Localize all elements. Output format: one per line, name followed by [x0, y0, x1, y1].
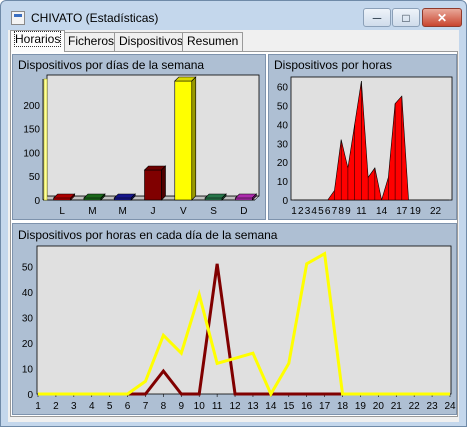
x-tick-label-4: V	[180, 206, 187, 217]
window-title: CHIVATO (Estadísticas)	[31, 11, 159, 25]
x-tick-label-5: S	[210, 206, 217, 217]
x-tick-label-17: 17	[319, 401, 331, 412]
bar-3	[144, 169, 162, 201]
x-tick-label-6: D	[240, 206, 247, 217]
x-tick-label-23: 23	[427, 401, 439, 412]
y-tick-label: 10	[277, 177, 289, 188]
y-tick-label: 40	[277, 120, 289, 131]
x-tick-label-24: 24	[444, 401, 456, 412]
x-tick-label-21: 21	[391, 401, 403, 412]
x-tick-label-1: 1	[35, 401, 41, 412]
y-tick-label: 60	[277, 83, 289, 94]
x-tick-label-22: 22	[430, 206, 442, 217]
x-tick-label-13: 13	[247, 401, 259, 412]
tab-dispositivos[interactable]: Dispositivos	[114, 32, 189, 51]
y-tick-label: 20	[22, 339, 34, 350]
wall-strip	[43, 78, 48, 201]
panel-days: Dispositivos por días de la semana 0 50 10…	[12, 54, 266, 220]
y-tick-label: 20	[277, 158, 289, 169]
x-tick-label-2: M	[119, 206, 127, 217]
tab-ficheros[interactable]: Ficheros	[63, 32, 120, 51]
panel-dayhours: Dispositivos por horas en cada día de la…	[12, 223, 457, 415]
y-tick-label: 50	[22, 262, 34, 273]
x-tick-label-7: 7	[143, 401, 149, 412]
x-tick-label-5: 5	[107, 401, 113, 412]
y-tick-label: 100	[23, 148, 40, 159]
x-tick-label-1: 1	[291, 206, 297, 217]
y-tick-label: 200	[23, 101, 40, 112]
y-tick-label: 50	[29, 172, 41, 183]
x-tick-label-20: 20	[373, 401, 385, 412]
x-tick-label-8: 8	[338, 206, 344, 217]
x-tick-label-19: 19	[355, 401, 367, 412]
bar-4	[174, 80, 193, 201]
x-tick-label-2: 2	[298, 206, 304, 217]
x-tick-label-22: 22	[409, 401, 421, 412]
chart-hours: 0 10 20 30 40 50 60 1 2 3 4 5 6 7 8 9 11 14 17 19 22	[277, 76, 453, 217]
x-tick-label-15: 15	[283, 401, 295, 412]
x-tick-label-1: M	[88, 206, 96, 217]
y-tick-label: 30	[277, 139, 289, 150]
x-tick-label-3: 3	[71, 401, 77, 412]
x-tick-label-10: 10	[194, 401, 206, 412]
y-tick-label: 0	[27, 390, 33, 401]
y-tick-label: 0	[34, 196, 40, 207]
x-tick-label-14: 14	[265, 401, 277, 412]
app-icon	[11, 11, 25, 25]
x-tick-label-18: 18	[337, 401, 349, 412]
x-tick-label-17: 17	[396, 206, 408, 217]
panel-hours: Dispositivos por horas 0 10 20 30 40 50 60 1 2 3 4…	[268, 54, 457, 220]
bar-side-3	[161, 165, 166, 201]
x-tick-label-11: 11	[356, 206, 367, 217]
y-tick-label: 150	[23, 125, 40, 136]
x-tick-label-14: 14	[376, 206, 388, 217]
x-tick-label-7: 7	[332, 206, 338, 217]
x-tick-label-8: 8	[161, 401, 167, 412]
x-tick-label-11: 11	[212, 401, 223, 412]
x-tick-label-4: 4	[89, 401, 95, 412]
x-tick-label-19: 19	[410, 206, 422, 217]
maximize-button[interactable]: □	[392, 8, 420, 27]
x-tick-label-12: 12	[229, 401, 241, 412]
x-tick-label-0: L	[59, 206, 65, 217]
x-tick-label-4: 4	[311, 206, 317, 217]
x-tick-label-6: 6	[325, 206, 331, 217]
y-tick-label: 50	[277, 102, 289, 113]
x-tick-label-5: 5	[318, 206, 324, 217]
x-tick-label-9: 9	[179, 401, 185, 412]
y-tick-label: 40	[22, 288, 34, 299]
chart-days: 0 50 100 150 200 L M M J V S D	[23, 74, 260, 217]
x-tick-label-3: 3	[305, 206, 311, 217]
x-tick-label-3: J	[151, 206, 156, 217]
bar-side-4	[191, 76, 197, 201]
y-tick-label: 0	[282, 196, 288, 207]
y-tick-label: 30	[22, 313, 34, 324]
x-tick-label-6: 6	[125, 401, 131, 412]
y-tick-label: 10	[22, 364, 34, 375]
x-tick-label-2: 2	[53, 401, 59, 412]
x-tick-label-9: 9	[345, 206, 351, 217]
plot-background	[36, 245, 452, 395]
x-tick-label-16: 16	[301, 401, 313, 412]
close-button[interactable]: ✕	[422, 8, 462, 27]
minimize-button[interactable]: ─	[363, 8, 391, 27]
tab-horarios[interactable]: Horarios	[10, 30, 66, 52]
tab-resumen[interactable]: Resumen	[182, 32, 244, 51]
chart-dayhours: 010203040501 2 3 4 5 6 7 8 9 10 11 12 13 14 15 16 17 18 19…	[22, 245, 456, 412]
